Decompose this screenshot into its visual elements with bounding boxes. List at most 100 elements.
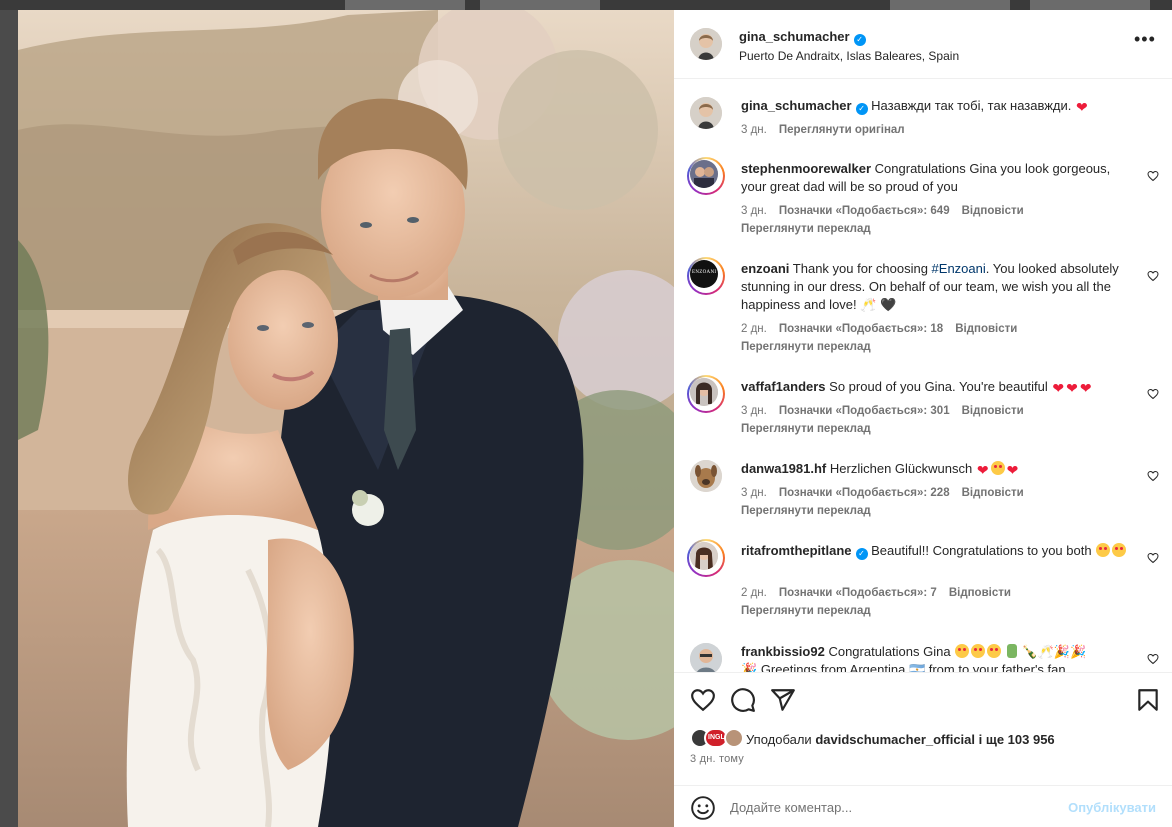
comments-list[interactable]: gina_schumacher ✓ Назавжди так тобі, так … bbox=[674, 80, 1172, 672]
comment-like-heart-icon[interactable] bbox=[1147, 270, 1159, 282]
story-ring[interactable] bbox=[687, 157, 725, 195]
reply-button[interactable]: Відповісти bbox=[962, 205, 1024, 217]
author-username[interactable]: gina_schumacher ✓ bbox=[739, 29, 866, 46]
verified-badge-icon: ✓ bbox=[855, 548, 868, 560]
comment-username[interactable]: ritafromthepitlane bbox=[741, 543, 852, 558]
comment-meta: 3 дн. Позначки «Подобається»: 301 Відповіс… bbox=[741, 405, 1036, 417]
comment-like-heart-icon[interactable] bbox=[1147, 653, 1159, 665]
comment-username[interactable]: danwa1981.hf bbox=[741, 461, 826, 476]
comment-meta: 2 дн. Позначки «Подобається»: 7 Відповісти bbox=[741, 587, 1023, 599]
comment-text-block: ritafromthepitlane ✓ Beautiful!! Congratu… bbox=[741, 542, 1137, 560]
heart-eyes-emoji-icon bbox=[955, 644, 970, 658]
comment-username[interactable]: enzoani bbox=[741, 261, 789, 276]
heart-eyes-emoji-icon bbox=[971, 644, 986, 658]
comment-like-heart-icon[interactable] bbox=[1147, 170, 1159, 182]
comment-username[interactable]: stephenmoorewalker bbox=[741, 161, 871, 176]
caption-text-block: gina_schumacher ✓ Назавжди так тобі, так … bbox=[741, 97, 1137, 115]
comment-text-block: frankbissio92 Congratulations Gina 🍾🥂🎉🎉 🎉… bbox=[741, 643, 1137, 672]
comment-icon[interactable] bbox=[730, 687, 756, 713]
background-thumbnail bbox=[890, 0, 1010, 10]
commenter-avatar[interactable] bbox=[690, 460, 722, 492]
commenter-avatar[interactable] bbox=[690, 542, 718, 570]
comment-time[interactable]: 3 дн. bbox=[741, 205, 767, 217]
comment-text-block: stephenmoorewalker Congratulations Gina … bbox=[741, 160, 1137, 196]
commenter-avatar[interactable] bbox=[690, 378, 718, 406]
see-translation-link[interactable]: Переглянути переклад bbox=[741, 341, 871, 353]
reply-button[interactable]: Відповісти bbox=[962, 487, 1024, 499]
liked-by-prefix: Уподобали bbox=[746, 732, 812, 747]
author-avatar[interactable] bbox=[690, 28, 722, 60]
author-username-text[interactable]: gina_schumacher bbox=[739, 29, 850, 44]
story-ring[interactable] bbox=[687, 375, 725, 413]
heart-eyes-emoji-icon bbox=[1112, 543, 1127, 557]
comment-text-block: enzoani Thank you for choosing #Enzoani.… bbox=[741, 260, 1137, 314]
comment-time[interactable]: 2 дн. bbox=[741, 587, 767, 599]
commenter-avatar[interactable]: ENZOANI bbox=[690, 260, 718, 288]
see-original-link[interactable]: Переглянути оригінал bbox=[779, 124, 905, 136]
see-translation-link[interactable]: Переглянути переклад bbox=[741, 505, 871, 517]
comment-input[interactable] bbox=[730, 792, 1050, 822]
comment-likes-count[interactable]: Позначки «Подобається»: 301 bbox=[779, 405, 950, 417]
comment-likes-count[interactable]: Позначки «Подобається»: 18 bbox=[779, 323, 943, 335]
comment-text-block: danwa1981.hf Herzlichen Glückwunsch ❤ ❤ bbox=[741, 460, 1137, 478]
red-heart-emoji-icon: ❤ bbox=[1066, 380, 1078, 396]
caption-author-avatar[interactable] bbox=[690, 97, 722, 129]
post-timestamp[interactable]: 3 дн. тому bbox=[690, 753, 744, 765]
post-location[interactable]: Puerto De Andraitx, Islas Baleares, Spai… bbox=[739, 49, 959, 63]
add-comment-bar: Опублікувати bbox=[674, 785, 1172, 827]
likes-count[interactable]: і ще 103 956 bbox=[979, 732, 1055, 747]
comment-text-line2: Greetings from Argentina 🇦🇷 from to your… bbox=[760, 662, 1066, 672]
comment-likes-count[interactable]: Позначки «Подобається»: 7 bbox=[779, 587, 937, 599]
caption-username[interactable]: gina_schumacher bbox=[741, 98, 852, 113]
reply-button[interactable]: Відповісти bbox=[962, 405, 1024, 417]
comment-username[interactable]: frankbissio92 bbox=[741, 644, 825, 659]
comment-meta: 2 дн. Позначки «Подобається»: 18 Відповіст… bbox=[741, 323, 1029, 335]
publish-button[interactable]: Опублікувати bbox=[1068, 800, 1156, 815]
modal-backdrop[interactable] bbox=[0, 10, 18, 827]
caption-time[interactable]: 3 дн. bbox=[741, 124, 767, 136]
comment-likes-count[interactable]: Позначки «Подобається»: 228 bbox=[779, 487, 950, 499]
champagne-emoji-icon: 🥂 bbox=[860, 297, 877, 312]
bookmark-icon[interactable] bbox=[1135, 687, 1161, 713]
comment-like-heart-icon[interactable] bbox=[1147, 470, 1159, 482]
reply-button[interactable]: Відповісти bbox=[949, 587, 1011, 599]
red-heart-emoji-icon: ❤ bbox=[1079, 380, 1092, 396]
background-thumbnail bbox=[1030, 0, 1150, 10]
see-translation-link[interactable]: Переглянути переклад bbox=[741, 605, 871, 617]
heart-eyes-emoji-icon bbox=[987, 644, 1002, 658]
post-photo[interactable] bbox=[18, 10, 674, 827]
commenter-avatar[interactable] bbox=[690, 160, 718, 188]
background-thumbnail bbox=[345, 0, 465, 10]
heart-icon[interactable] bbox=[690, 687, 716, 713]
story-ring[interactable]: ENZOANI bbox=[687, 257, 725, 295]
comment-likes-count[interactable]: Позначки «Подобається»: 649 bbox=[779, 205, 950, 217]
comment-time[interactable]: 3 дн. bbox=[741, 405, 767, 417]
see-translation-link[interactable]: Переглянути переклад bbox=[741, 223, 871, 235]
emoji-icon[interactable] bbox=[690, 795, 716, 821]
commenter-avatar[interactable] bbox=[690, 643, 722, 672]
comment-time[interactable]: 2 дн. bbox=[741, 323, 767, 335]
comment-like-heart-icon[interactable] bbox=[1147, 552, 1159, 564]
clover-emoji-icon bbox=[1006, 644, 1017, 658]
comment-text: Thank you for choosing bbox=[792, 261, 932, 276]
see-translation-link[interactable]: Переглянути переклад bbox=[741, 423, 871, 435]
more-options-icon[interactable]: ••• bbox=[1134, 30, 1155, 49]
hashtag-link[interactable]: #Enzoani bbox=[932, 261, 986, 276]
liked-by-user[interactable]: davidschumacher_official bbox=[815, 732, 975, 747]
comment-like-heart-icon[interactable] bbox=[1147, 388, 1159, 400]
comment-username[interactable]: vaffaf1anders bbox=[741, 379, 826, 394]
party-popper-emoji-icon: 🎉 bbox=[741, 662, 758, 672]
liker-avatar[interactable] bbox=[724, 728, 744, 748]
black-heart-emoji-icon: 🖤 bbox=[880, 297, 897, 312]
post-details-panel: gina_schumacher ✓ Puerto De Andraitx, Isl… bbox=[674, 10, 1172, 827]
comment-time[interactable]: 3 дн. bbox=[741, 487, 767, 499]
send-icon[interactable] bbox=[770, 687, 796, 713]
red-heart-emoji-icon: ❤ bbox=[976, 462, 989, 478]
comment-meta: 3 дн. Позначки «Подобається»: 649 Відповіс… bbox=[741, 205, 1036, 217]
caption-meta: 3 дн. Переглянути оригінал bbox=[741, 124, 917, 136]
story-ring[interactable] bbox=[687, 539, 725, 577]
comment-text-block: vaffaf1anders So proud of you Gina. You'… bbox=[741, 378, 1137, 396]
reply-button[interactable]: Відповісти bbox=[955, 323, 1017, 335]
wedding-photo-illustration bbox=[18, 10, 674, 827]
heart-eyes-emoji-icon bbox=[1096, 543, 1111, 557]
